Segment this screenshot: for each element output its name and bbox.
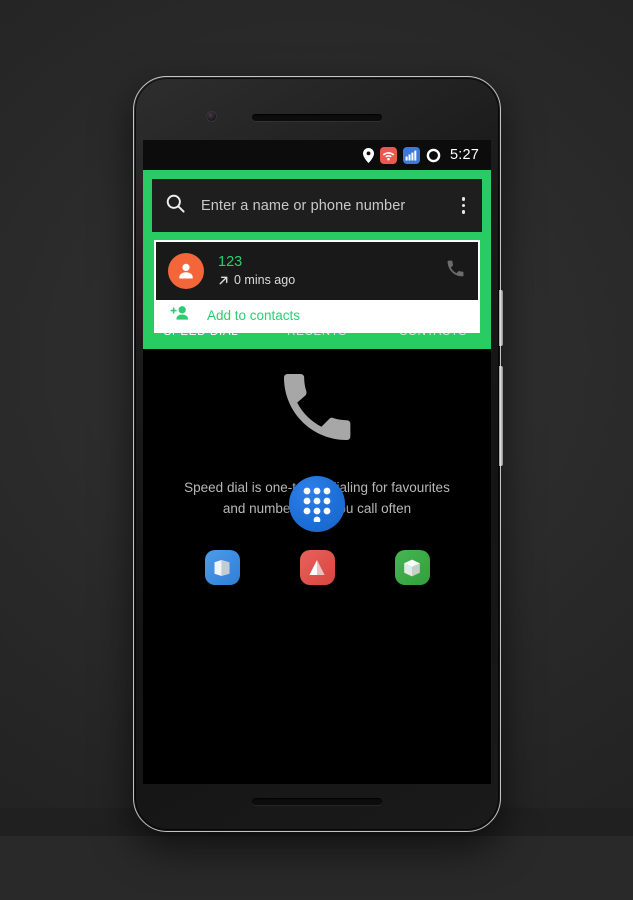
phone-device: 5:27 Enter a name or phone number 123 0 … — [133, 76, 503, 832]
tab-contacts[interactable]: CONTACTS — [375, 326, 491, 338]
phone-handset-large-icon — [273, 363, 361, 456]
more-vert-icon[interactable] — [459, 193, 468, 217]
location-pin-icon — [362, 147, 374, 163]
app-icon-red-pyramid[interactable] — [299, 550, 335, 585]
signal-bars-icon — [402, 146, 420, 164]
status-icon-group — [362, 146, 441, 164]
earpiece-speaker — [252, 114, 382, 121]
wifi-icon — [379, 146, 397, 164]
tab-recents[interactable]: RECENTS — [259, 326, 375, 338]
power-button[interactable] — [499, 366, 503, 466]
cube-icon — [404, 559, 420, 576]
search-icon — [166, 194, 185, 218]
avatar — [168, 253, 204, 289]
background-band-lower — [0, 836, 633, 900]
pyramid-icon — [309, 559, 325, 575]
search-input[interactable]: Enter a name or phone number — [201, 198, 459, 214]
bottom-speaker — [252, 798, 382, 805]
contact-name: 123 — [218, 254, 243, 271]
tab-speed-dial[interactable]: SPEED DIAL — [143, 326, 259, 338]
status-time: 5:27 — [449, 147, 479, 163]
app-icon-blue-box[interactable] — [204, 550, 240, 585]
contact-row[interactable]: 123 0 mins ago — [156, 242, 478, 300]
phone-screen: 5:27 Enter a name or phone number 123 0 … — [143, 140, 491, 784]
dialpad-icon — [303, 487, 331, 522]
contact-info: 123 0 mins ago — [218, 254, 445, 287]
volume-button[interactable] — [499, 290, 503, 346]
status-bar: 5:27 — [143, 140, 491, 170]
green-highlight-overlay: Enter a name or phone number 123 0 mins … — [143, 170, 491, 349]
search-bar[interactable]: Enter a name or phone number — [152, 179, 482, 232]
app-icon-green-cube[interactable] — [394, 550, 430, 585]
phone-handset-icon[interactable] — [445, 258, 466, 284]
battery-ring-icon — [426, 148, 441, 162]
contact-time-ago: 0 mins ago — [234, 273, 296, 288]
app-shortcut-row — [143, 550, 491, 585]
outgoing-call-arrow — [219, 276, 228, 285]
front-camera-icon — [207, 112, 216, 121]
box-open-icon — [214, 559, 230, 576]
contact-call-meta: 0 mins ago — [218, 273, 445, 287]
dialpad-fab[interactable] — [289, 476, 345, 532]
tab-bar: SPEED DIAL RECENTS CONTACTS — [143, 315, 491, 349]
